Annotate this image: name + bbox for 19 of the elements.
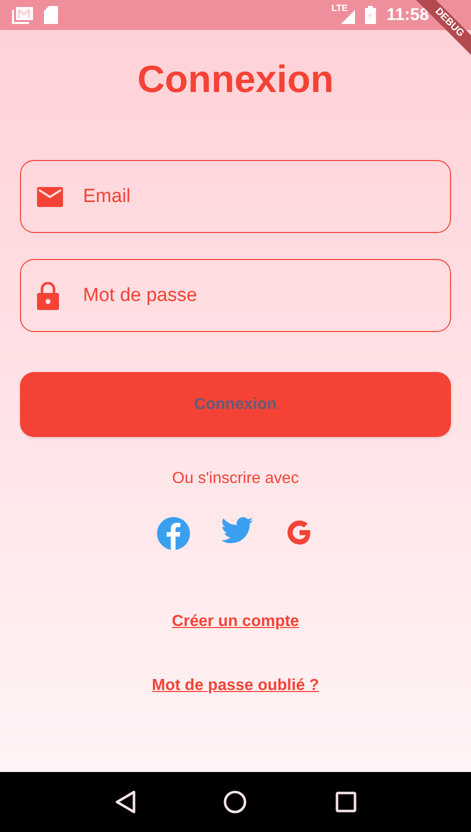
lock-icon [37,282,59,310]
back-icon[interactable] [114,790,136,814]
sd-card-icon [44,6,58,24]
password-field[interactable]: Mot de passe [20,259,451,332]
signal-icon [341,10,356,24]
battery-icon [365,6,376,24]
login-button[interactable]: Connexion [20,372,451,437]
status-time: 11:58 [386,4,429,26]
email-field[interactable]: Email [20,160,451,233]
page-title: Connexion [137,58,334,103]
social-prompt: Ou s'inscrire avec [172,469,299,489]
forgot-password-link[interactable]: Mot de passe oublié ? [152,674,320,698]
network-type: LTE [331,2,348,15]
mail-icon [37,186,63,206]
home-icon[interactable] [223,790,248,814]
mail-notification-icon [12,6,34,24]
create-account-link[interactable]: Créer un compte [172,610,300,634]
recents-icon[interactable] [335,791,358,813]
facebook-icon[interactable] [156,517,190,550]
